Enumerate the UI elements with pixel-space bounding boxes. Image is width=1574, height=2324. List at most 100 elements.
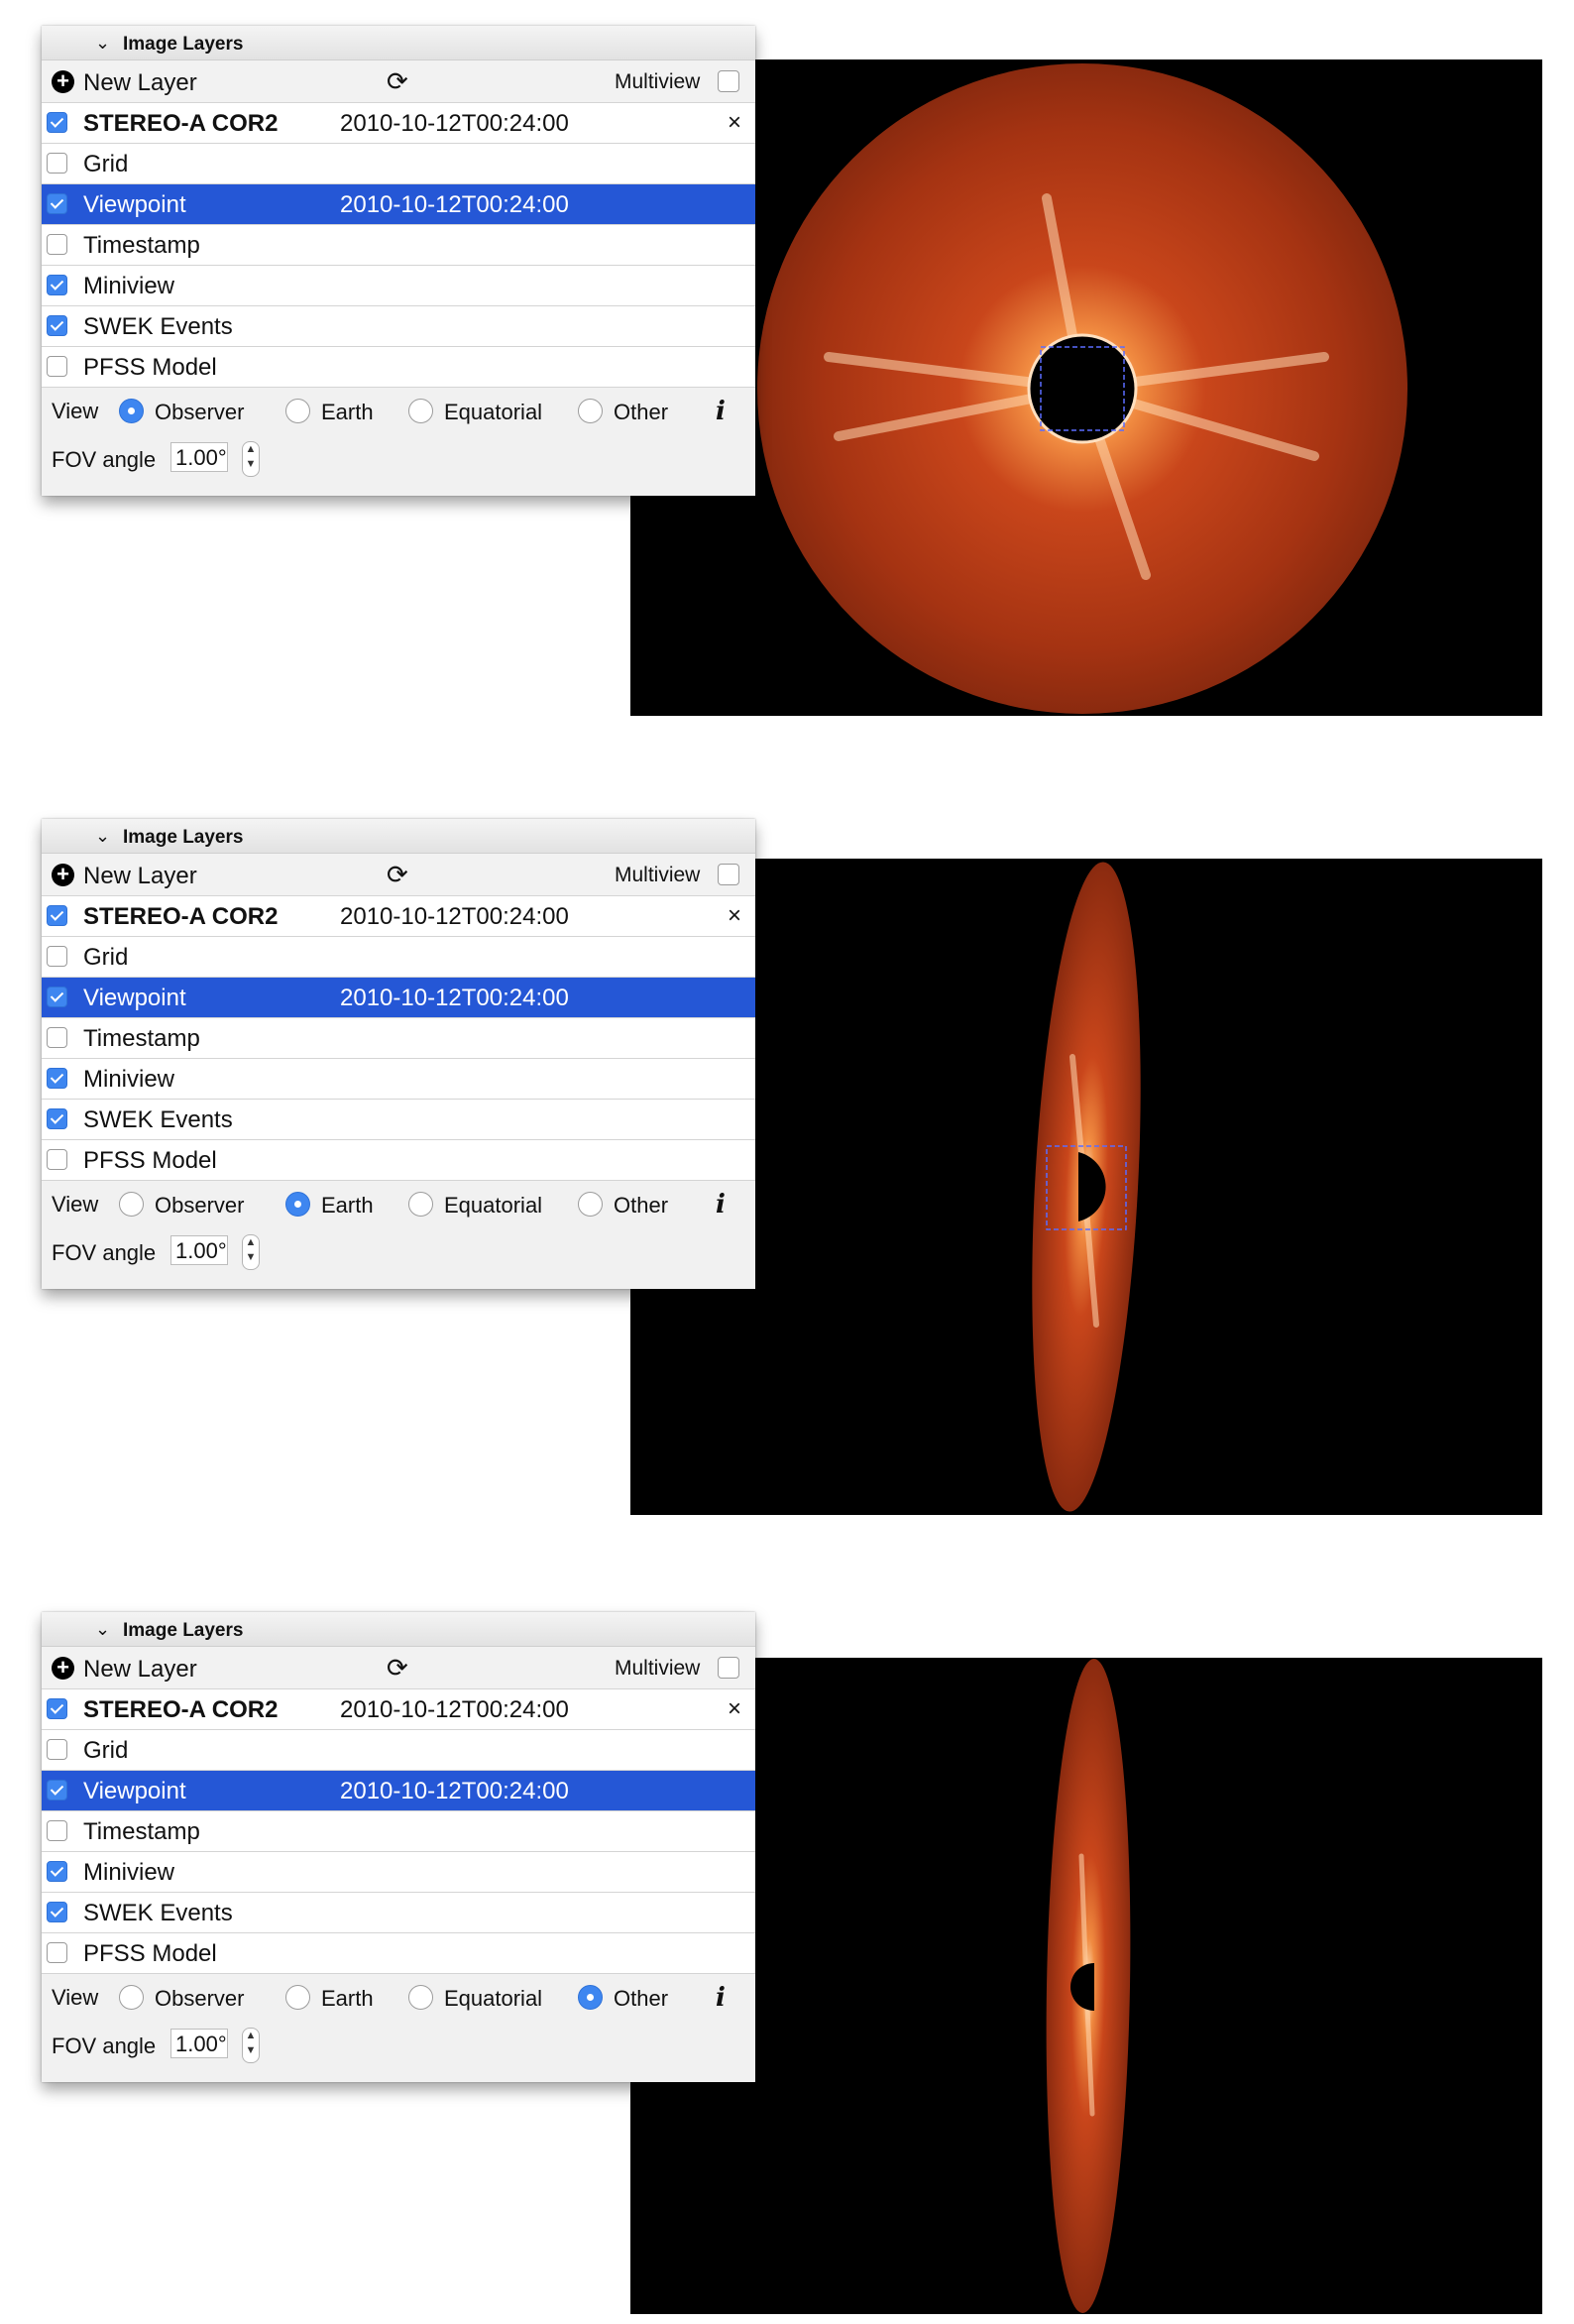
layer-visibility-checkbox[interactable] xyxy=(47,1820,67,1841)
layer-row[interactable]: Viewpoint 2010-10-12T00:24:00 xyxy=(42,1771,755,1811)
fov-stepper[interactable]: ▲ ▼ xyxy=(242,1234,260,1270)
equatorial-radio[interactable] xyxy=(408,399,433,423)
info-icon[interactable]: i xyxy=(716,397,726,426)
other-radio[interactable] xyxy=(578,399,603,423)
layer-visibility-checkbox[interactable] xyxy=(47,1027,67,1048)
fov-angle-input[interactable]: 1.00° xyxy=(170,2029,228,2058)
earth-radio-label[interactable]: Earth xyxy=(321,400,374,425)
equatorial-radio-label[interactable]: Equatorial xyxy=(444,400,542,425)
layer-row[interactable]: STEREO-A COR2 2010-10-12T00:24:00 × xyxy=(42,896,755,937)
equatorial-radio-label[interactable]: Equatorial xyxy=(444,1193,542,1219)
fov-angle-input[interactable]: 1.00° xyxy=(170,1235,228,1265)
observer-radio[interactable] xyxy=(119,1192,144,1217)
layer-visibility-checkbox[interactable] xyxy=(47,275,67,295)
layer-row[interactable]: SWEK Events xyxy=(42,1893,755,1933)
chevron-down-icon[interactable]: ⌄ xyxy=(95,1619,110,1640)
refresh-icon[interactable]: ⟳ xyxy=(387,1653,408,1684)
equatorial-radio[interactable] xyxy=(408,1192,433,1217)
layer-visibility-checkbox[interactable] xyxy=(47,153,67,174)
layer-visibility-checkbox[interactable] xyxy=(47,234,67,255)
other-radio[interactable] xyxy=(578,1192,603,1217)
layer-row[interactable]: Grid xyxy=(42,937,755,978)
layer-visibility-checkbox[interactable] xyxy=(47,1902,67,1922)
layer-row[interactable]: PFSS Model xyxy=(42,347,755,388)
refresh-icon[interactable]: ⟳ xyxy=(387,860,408,890)
multiview-checkbox[interactable] xyxy=(718,70,739,92)
earth-radio[interactable] xyxy=(285,1192,310,1217)
layer-row[interactable]: Timestamp xyxy=(42,225,755,266)
close-icon[interactable]: × xyxy=(728,1695,741,1723)
new-layer-button[interactable]: New Layer xyxy=(83,1656,197,1684)
plus-circle-icon[interactable]: + xyxy=(52,70,74,93)
layer-row[interactable]: Timestamp xyxy=(42,1018,755,1059)
refresh-icon[interactable]: ⟳ xyxy=(387,66,408,97)
observer-radio[interactable] xyxy=(119,1985,144,2010)
info-icon[interactable]: i xyxy=(716,1190,726,1220)
layer-row[interactable]: STEREO-A COR2 2010-10-12T00:24:00 × xyxy=(42,1689,755,1730)
layer-row[interactable]: Grid xyxy=(42,1730,755,1771)
chevron-down-icon[interactable]: ⌄ xyxy=(95,33,110,54)
layer-visibility-checkbox[interactable] xyxy=(47,1698,67,1719)
panel-header[interactable]: ⌄ Image Layers xyxy=(42,26,755,60)
close-icon[interactable]: × xyxy=(728,902,741,930)
plus-circle-icon[interactable]: + xyxy=(52,1657,74,1680)
other-radio[interactable] xyxy=(578,1985,603,2010)
layer-row[interactable]: Viewpoint 2010-10-12T00:24:00 xyxy=(42,184,755,225)
other-radio-label[interactable]: Other xyxy=(614,400,668,425)
panel-header[interactable]: ⌄ Image Layers xyxy=(42,1612,755,1647)
earth-radio-label[interactable]: Earth xyxy=(321,1986,374,2012)
layer-visibility-checkbox[interactable] xyxy=(47,1739,67,1760)
layer-visibility-checkbox[interactable] xyxy=(47,1942,67,1963)
layer-visibility-checkbox[interactable] xyxy=(47,1149,67,1170)
earth-radio[interactable] xyxy=(285,1985,310,2010)
layer-visibility-checkbox[interactable] xyxy=(47,1108,67,1129)
layer-visibility-checkbox[interactable] xyxy=(47,356,67,377)
layer-row[interactable]: PFSS Model xyxy=(42,1933,755,1974)
chevron-down-icon[interactable]: ⌄ xyxy=(95,826,110,847)
layer-row[interactable]: Miniview xyxy=(42,1852,755,1893)
earth-radio[interactable] xyxy=(285,399,310,423)
layer-row[interactable]: SWEK Events xyxy=(42,306,755,347)
new-layer-button[interactable]: New Layer xyxy=(83,69,197,97)
fov-stepper[interactable]: ▲ ▼ xyxy=(242,2028,260,2063)
layer-row[interactable]: Viewpoint 2010-10-12T00:24:00 xyxy=(42,978,755,1018)
layer-visibility-checkbox[interactable] xyxy=(47,1780,67,1801)
layer-row[interactable]: STEREO-A COR2 2010-10-12T00:24:00 × xyxy=(42,103,755,144)
layer-row[interactable]: Grid xyxy=(42,144,755,184)
close-icon[interactable]: × xyxy=(728,109,741,137)
plus-circle-icon[interactable]: + xyxy=(52,864,74,886)
observer-radio-label[interactable]: Observer xyxy=(155,1193,244,1219)
layer-visibility-checkbox[interactable] xyxy=(47,987,67,1007)
earth-radio-label[interactable]: Earth xyxy=(321,1193,374,1219)
layer-row[interactable]: Timestamp xyxy=(42,1811,755,1852)
panel-header[interactable]: ⌄ Image Layers xyxy=(42,819,755,854)
layer-row[interactable]: SWEK Events xyxy=(42,1100,755,1140)
solar-viewport[interactable] xyxy=(630,859,1542,1515)
layer-visibility-checkbox[interactable] xyxy=(47,1068,67,1089)
layer-visibility-checkbox[interactable] xyxy=(47,315,67,336)
other-radio-label[interactable]: Other xyxy=(614,1193,668,1219)
layer-visibility-checkbox[interactable] xyxy=(47,946,67,967)
observer-radio[interactable] xyxy=(119,399,144,423)
info-icon[interactable]: i xyxy=(716,1983,726,2013)
layer-row[interactable]: Miniview xyxy=(42,266,755,306)
solar-viewport[interactable] xyxy=(630,1658,1542,2314)
layer-visibility-checkbox[interactable] xyxy=(47,905,67,926)
multiview-checkbox[interactable] xyxy=(718,864,739,885)
layer-name: PFSS Model xyxy=(83,1147,217,1174)
layer-visibility-checkbox[interactable] xyxy=(47,193,67,214)
layer-visibility-checkbox[interactable] xyxy=(47,1861,67,1882)
new-layer-button[interactable]: New Layer xyxy=(83,863,197,890)
other-radio-label[interactable]: Other xyxy=(614,1986,668,2012)
layer-visibility-checkbox[interactable] xyxy=(47,112,67,133)
equatorial-radio[interactable] xyxy=(408,1985,433,2010)
layer-row[interactable]: Miniview xyxy=(42,1059,755,1100)
equatorial-radio-label[interactable]: Equatorial xyxy=(444,1986,542,2012)
solar-viewport[interactable] xyxy=(630,59,1542,716)
fov-angle-input[interactable]: 1.00° xyxy=(170,442,228,472)
multiview-checkbox[interactable] xyxy=(718,1657,739,1679)
observer-radio-label[interactable]: Observer xyxy=(155,1986,244,2012)
observer-radio-label[interactable]: Observer xyxy=(155,400,244,425)
layer-row[interactable]: PFSS Model xyxy=(42,1140,755,1181)
fov-stepper[interactable]: ▲ ▼ xyxy=(242,441,260,477)
